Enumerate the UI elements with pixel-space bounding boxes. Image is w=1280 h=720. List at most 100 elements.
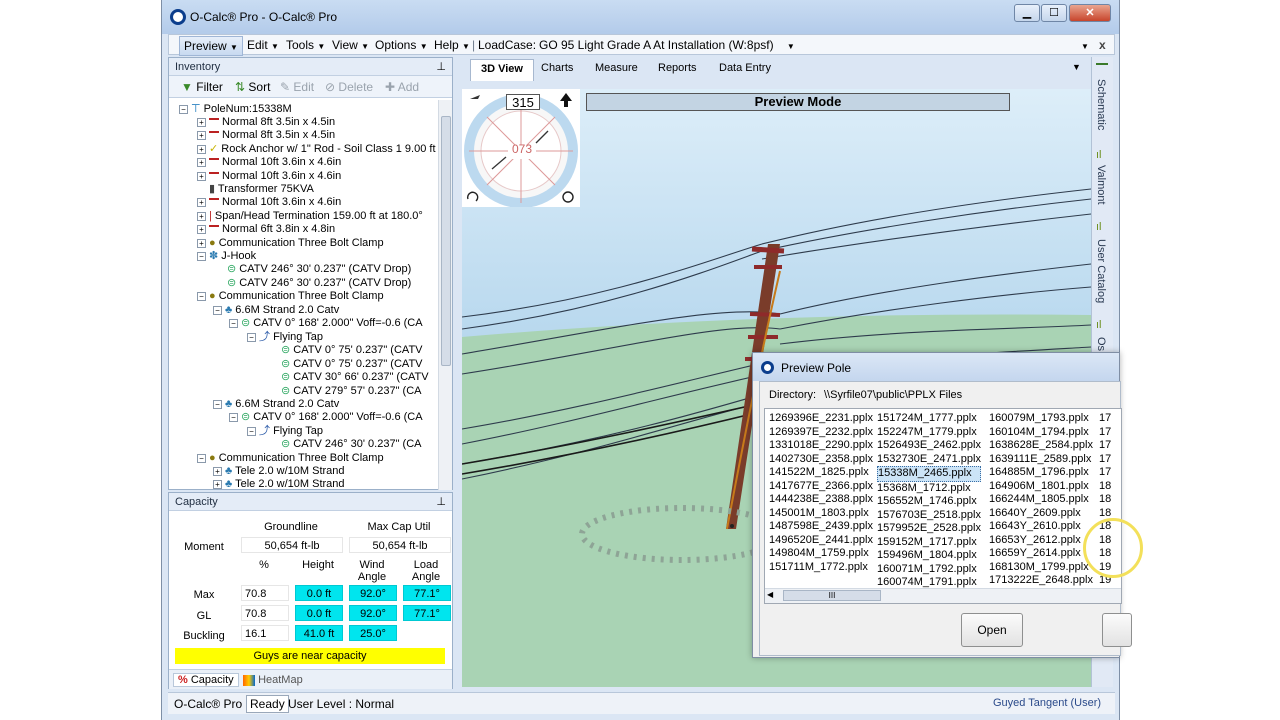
expand-icon[interactable]: + [213, 466, 222, 476]
expand-icon[interactable]: + [197, 130, 206, 140]
open-button[interactable]: Open [961, 613, 1023, 647]
file-item[interactable]: 1576703E_2518.pplx [877, 509, 981, 523]
scrollbar-thumb[interactable] [441, 116, 451, 366]
file-item[interactable]: 16640Y_2609.pplx [989, 507, 1093, 521]
menu-close-button[interactable]: x [1099, 38, 1106, 52]
file-item[interactable]: 1269397E_2232.pplx [769, 426, 873, 440]
tree-node[interactable]: + ● Communication Three Bolt Clamp [197, 237, 384, 250]
expand-icon[interactable]: + [197, 171, 206, 181]
collapse-icon[interactable]: − [247, 426, 256, 436]
compass-widget[interactable]: 315 073 [462, 89, 580, 208]
delete-button[interactable]: ⊘ Delete [325, 80, 373, 94]
tree-node[interactable]: ⊜ CATV 0° 75' 0.237" (CATV [281, 358, 423, 371]
file-item[interactable]: 1331018E_2290.pplx [769, 439, 873, 453]
file-item[interactable]: 160079M_1793.pplx [989, 412, 1093, 426]
file-item[interactable]: 16643Y_2610.pplx [989, 520, 1093, 534]
expand-icon[interactable]: + [197, 157, 206, 167]
collapse-icon[interactable]: − [197, 291, 206, 301]
collapse-icon[interactable]: − [229, 412, 238, 422]
file-list-scrollbar[interactable]: ◀ III [765, 588, 1121, 603]
tab-user-catalog[interactable]: User Catalog [1095, 239, 1107, 303]
filter-button[interactable]: ▼ Filter [181, 80, 223, 94]
expand-icon[interactable]: + [197, 224, 206, 234]
file-item[interactable]: 145001M_1803.pplx [769, 507, 873, 521]
tab-charts[interactable]: Charts [541, 62, 573, 74]
file-item[interactable]: 17 [1099, 439, 1111, 453]
tree-node[interactable]: + | Span/Head Termination 159.00 ft at 18… [197, 210, 423, 223]
tab-measure[interactable]: Measure [595, 62, 638, 74]
expand-icon[interactable]: + [197, 117, 206, 127]
collapse-icon[interactable]: − [213, 305, 222, 315]
tab-3d-view[interactable]: 3D View [470, 59, 534, 81]
sort-button[interactable]: ⇅ Sort [235, 80, 270, 94]
tree-node[interactable]: + Normal 10ft 3.6in x 4.6in [197, 196, 341, 209]
tab-heatmap[interactable]: HeatMap [243, 674, 303, 686]
maximize-button[interactable]: ☐ [1041, 4, 1067, 22]
file-list[interactable]: 1269396E_2231.pplx 1269397E_2232.pplx 13… [764, 408, 1122, 604]
collapse-icon[interactable]: − [229, 318, 238, 328]
file-item[interactable]: 164906M_1801.pplx [989, 480, 1093, 494]
tree-node[interactable]: − ● Communication Three Bolt Clamp [197, 452, 384, 465]
file-item[interactable]: 18 [1099, 480, 1111, 494]
file-item[interactable]: 1444238E_2388.pplx [769, 493, 873, 507]
edit-button[interactable]: ✎ Edit [280, 80, 314, 94]
cancel-button[interactable] [1102, 613, 1132, 647]
pin-icon[interactable]: ⊥ [436, 60, 446, 73]
file-item[interactable]: 151711M_1772.pplx [769, 561, 873, 575]
tree-node[interactable]: − ♣ 6.6M Strand 2.0 Catv [213, 304, 339, 317]
tab-schematic[interactable]: Schematic [1095, 79, 1107, 130]
tree-node[interactable]: + ♣ Tele 2.0 w/10M Strand [213, 465, 345, 478]
tree-node[interactable]: ⊜ CATV 246° 30' 0.237" (CA [281, 438, 422, 451]
loadcase-dropdown[interactable]: ▼ [1081, 38, 1089, 52]
tree-node[interactable]: + Normal 10ft 3.6in x 4.6in [197, 156, 341, 169]
pin-icon[interactable]: ⊥ [436, 495, 446, 508]
tree-node[interactable]: ⊜ CATV 246° 30' 0.237" (CATV Drop) [227, 277, 411, 290]
file-item[interactable]: 151724M_1777.pplx [877, 412, 981, 426]
file-item[interactable]: 15368M_1712.pplx [877, 482, 981, 496]
file-item[interactable]: 152247M_1779.pplx [877, 426, 981, 440]
tree-node[interactable]: ⊜ CATV 246° 30' 0.237" (CATV Drop) [227, 263, 411, 276]
tabs-dropdown-icon[interactable]: ▼ [1072, 62, 1081, 72]
menu-tools[interactable]: Tools ▼ [286, 38, 325, 52]
tree-node[interactable]: + Normal 6ft 3.8in x 4.8in [197, 223, 335, 236]
menu-edit[interactable]: Edit ▼ [247, 38, 279, 52]
tab-valmont[interactable]: Valmont [1095, 165, 1107, 205]
tab-os[interactable]: Os [1095, 337, 1107, 351]
expand-icon[interactable]: + [213, 479, 222, 489]
file-item[interactable]: 1487598E_2439.pplx [769, 520, 873, 534]
file-item[interactable]: 1269396E_2231.pplx [769, 412, 873, 426]
tab-reports[interactable]: Reports [658, 62, 697, 74]
collapse-icon[interactable]: − [197, 453, 206, 463]
tab-capacity[interactable]: % Capacity [173, 673, 239, 687]
collapse-icon[interactable]: − [197, 251, 206, 261]
file-item[interactable]: 1639111E_2589.pplx [989, 453, 1093, 467]
add-button[interactable]: ✚ Add [385, 80, 419, 94]
file-item[interactable]: 159496M_1804.pplx [877, 549, 981, 563]
collapse-icon[interactable]: − [247, 332, 256, 342]
menu-view[interactable]: View ▼ [332, 38, 369, 52]
menu-preview[interactable]: Preview ▼ [179, 36, 243, 56]
file-item[interactable]: 1579952E_2528.pplx [877, 522, 981, 536]
file-item[interactable]: 16659Y_2614.pplx [989, 547, 1093, 561]
file-item[interactable]: 166244M_1805.pplx [989, 493, 1093, 507]
minimize-button[interactable]: ▁ [1014, 4, 1040, 22]
tree-node[interactable]: − ✽ J-Hook [197, 250, 256, 263]
loadcase-select[interactable]: GO 95 Light Grade A At Installation (W:8… [539, 38, 795, 52]
tree-node-pole[interactable]: − ⊤ PoleNum:15338M [179, 103, 292, 116]
file-item[interactable]: 17 [1099, 412, 1111, 426]
tree-node[interactable]: + Normal 8ft 3.5in x 4.5in [197, 116, 335, 129]
tree-node[interactable]: − ⊜ CATV 0° 168' 2.000" Voff=-0.6 (CA [229, 317, 423, 330]
file-item[interactable]: 164885M_1796.pplx [989, 466, 1093, 480]
file-item[interactable]: 1417677E_2366.pplx [769, 480, 873, 494]
tree-node[interactable]: − ⤴ Flying Tap [247, 425, 323, 438]
tree-node[interactable]: ⊜ CATV 279° 57' 0.237" (CA [281, 385, 422, 398]
collapse-icon[interactable]: − [213, 399, 222, 409]
tree-node[interactable]: − ♣ 6.6M Strand 2.0 Catv [213, 398, 339, 411]
file-item[interactable]: 1402730E_2358.pplx [769, 453, 873, 467]
expand-icon[interactable]: + [197, 144, 206, 154]
file-item[interactable]: 18 [1099, 493, 1111, 507]
file-item[interactable]: 1496520E_2441.pplx [769, 534, 873, 548]
file-item[interactable]: 168130M_1799.pplx [989, 561, 1093, 575]
tree-node[interactable]: − ● Communication Three Bolt Clamp [197, 290, 384, 303]
expand-icon[interactable]: + [197, 238, 206, 248]
